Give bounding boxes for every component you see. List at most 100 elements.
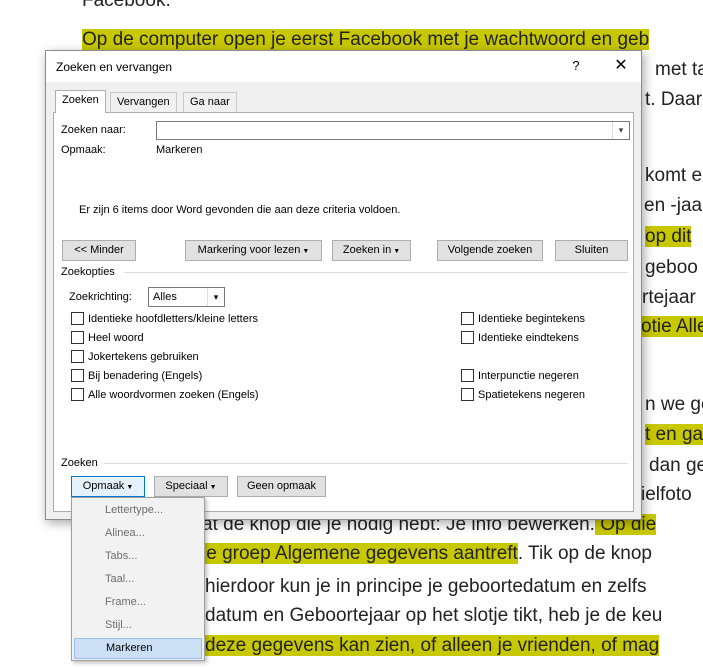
chevron-down-icon[interactable]: ▾ bbox=[612, 122, 629, 139]
find-in-button[interactable]: Zoeken in ▼ bbox=[332, 240, 411, 261]
find-in-label: Zoeken in bbox=[342, 244, 392, 256]
doc-text: en -jaar bbox=[644, 195, 703, 216]
chevron-down-icon[interactable]: ▾ bbox=[207, 288, 224, 306]
doc-line: datum en Geboortejaar op het slotje tikt… bbox=[205, 603, 662, 629]
sounds-like-checkbox[interactable] bbox=[71, 369, 84, 382]
ignore-whitespace-checkbox[interactable] bbox=[461, 388, 474, 401]
close-button[interactable]: Sluiten bbox=[555, 240, 628, 261]
format-dropdown-menu: Lettertype... Alinea... Tabs... Taal... … bbox=[71, 497, 205, 661]
find-next-button[interactable]: Volgende zoeken bbox=[437, 240, 543, 261]
doc-line: hierdoor kun je in principe je geboorted… bbox=[205, 574, 647, 600]
format-button[interactable]: Opmaak ▼ bbox=[71, 476, 145, 497]
result-message: Er zijn 6 items door Word gevonden die a… bbox=[79, 204, 401, 216]
no-format-button[interactable]: Geen opmaak bbox=[237, 476, 326, 497]
whole-word-checkbox[interactable] bbox=[71, 331, 84, 344]
special-button[interactable]: Speciaal ▼ bbox=[154, 476, 228, 497]
doc-line: geboo bbox=[645, 255, 698, 281]
whole-word-label: Heel woord bbox=[88, 332, 144, 344]
doc-line: ielfoto bbox=[641, 482, 692, 508]
tab-find[interactable]: Zoeken bbox=[55, 90, 106, 113]
menu-item-frame[interactable]: Frame... bbox=[74, 592, 202, 613]
doc-text: dan ge bbox=[649, 455, 703, 476]
menu-item-highlight[interactable]: Markeren bbox=[74, 638, 202, 659]
dialog-title: Zoeken en vervangen bbox=[56, 60, 173, 74]
doc-text: geboo bbox=[645, 257, 698, 278]
sounds-like-label: Bij benadering (Engels) bbox=[88, 370, 203, 382]
doc-line: met ta bbox=[655, 57, 703, 83]
format-value: Markeren bbox=[156, 144, 203, 156]
search-input[interactable]: ▾ bbox=[156, 121, 630, 140]
tab-goto[interactable]: Ga naar bbox=[183, 92, 237, 112]
doc-line: otie Alle bbox=[641, 314, 703, 340]
tab-replace[interactable]: Vervangen bbox=[110, 92, 177, 112]
reading-highlight-label: Markering voor lezen bbox=[197, 244, 301, 256]
doc-text: t. Daar bbox=[645, 89, 703, 110]
all-word-forms-label: Alle woordvormen zoeken (Engels) bbox=[88, 389, 259, 401]
menu-item-paragraph[interactable]: Alinea... bbox=[74, 523, 202, 544]
ignore-whitespace-label: Spatietekens negeren bbox=[478, 389, 586, 401]
doc-line: komt e bbox=[645, 163, 702, 189]
find-replace-dialog: Zoeken en vervangen ? ✕ Zoeken Vervangen… bbox=[45, 50, 642, 520]
direction-select[interactable]: Alles ▾ bbox=[148, 287, 225, 307]
doc-line: deze gegevens kan zien, of alleen je vri… bbox=[205, 633, 660, 659]
help-button[interactable]: ? bbox=[565, 55, 587, 77]
doc-text: le groep Algemene gegevens aantreft bbox=[202, 543, 518, 564]
find-tab-panel bbox=[53, 112, 634, 512]
doc-text: Op de computer open je eerst Facebook me… bbox=[82, 29, 650, 50]
caret-down-icon: ▼ bbox=[302, 248, 310, 255]
close-icon[interactable]: ✕ bbox=[608, 55, 634, 77]
doc-text: datum en Geboortejaar op het slotje tikt… bbox=[205, 605, 663, 626]
menu-item-tabs[interactable]: Tabs... bbox=[74, 546, 202, 567]
dialog-titlebar[interactable]: Zoeken en vervangen ? ✕ bbox=[46, 51, 641, 82]
doc-text: otie Alle bbox=[641, 316, 703, 337]
doc-text: n we ge bbox=[645, 394, 703, 415]
doc-line: t. Daar bbox=[645, 87, 702, 113]
menu-item-font[interactable]: Lettertype... bbox=[74, 500, 202, 521]
doc-text: Facebook. bbox=[82, 0, 171, 11]
match-prefix-checkbox[interactable] bbox=[461, 312, 474, 325]
doc-line: t en ga bbox=[645, 422, 703, 448]
doc-text: komt e bbox=[645, 165, 703, 186]
match-case-label: Identieke hoofdletters/kleine letters bbox=[88, 313, 258, 325]
doc-line: n we ge bbox=[645, 392, 703, 418]
doc-line: le groep Algemene gegevens aantreft. Tik… bbox=[202, 541, 652, 567]
less-button[interactable]: << Minder bbox=[62, 240, 136, 261]
caret-down-icon: ▼ bbox=[126, 484, 134, 491]
doc-text: met ta bbox=[655, 59, 703, 80]
format-button-label: Opmaak bbox=[82, 480, 125, 492]
caret-down-icon: ▼ bbox=[393, 248, 401, 255]
match-case-checkbox[interactable] bbox=[71, 312, 84, 325]
section-divider bbox=[104, 463, 628, 464]
format-label: Opmaak: bbox=[61, 144, 106, 156]
match-prefix-label: Identieke begintekens bbox=[478, 313, 586, 325]
doc-line: Facebook. bbox=[82, 0, 171, 14]
doc-line: op dit bbox=[645, 224, 692, 250]
ignore-punctuation-label: Interpunctie negeren bbox=[478, 370, 579, 382]
wildcards-label: Jokertekens gebruiken bbox=[88, 351, 199, 363]
doc-text: op dit bbox=[645, 226, 692, 247]
caret-down-icon: ▼ bbox=[209, 484, 217, 491]
doc-line: rtejaar bbox=[642, 285, 696, 311]
options-section-title: Zoekopties bbox=[61, 266, 115, 278]
search-section-title: Zoeken bbox=[61, 457, 98, 469]
all-word-forms-checkbox[interactable] bbox=[71, 388, 84, 401]
direction-value: Alles bbox=[153, 291, 177, 303]
section-divider bbox=[124, 272, 628, 273]
menu-item-language[interactable]: Taal... bbox=[74, 569, 202, 590]
doc-line: dan ge bbox=[649, 453, 703, 479]
menu-item-style[interactable]: Stijl... bbox=[74, 615, 202, 636]
doc-text: rtejaar bbox=[642, 287, 696, 308]
doc-text: ielfoto bbox=[641, 484, 692, 505]
doc-text: hierdoor kun je in principe je geboorted… bbox=[205, 576, 647, 597]
match-suffix-checkbox[interactable] bbox=[461, 331, 474, 344]
find-label: Zoeken naar: bbox=[61, 124, 126, 136]
doc-text: t en ga bbox=[645, 424, 703, 445]
match-suffix-label: Identieke eindtekens bbox=[478, 332, 579, 344]
reading-highlight-button[interactable]: Markering voor lezen ▼ bbox=[185, 240, 322, 261]
doc-text: . Tik op de knop bbox=[517, 543, 652, 564]
direction-label: Zoekrichting: bbox=[69, 291, 132, 303]
ignore-punctuation-checkbox[interactable] bbox=[461, 369, 474, 382]
wildcards-checkbox[interactable] bbox=[71, 350, 84, 363]
special-button-label: Speciaal bbox=[165, 480, 208, 492]
doc-text: deze gegevens kan zien, of alleen je vri… bbox=[205, 635, 660, 656]
